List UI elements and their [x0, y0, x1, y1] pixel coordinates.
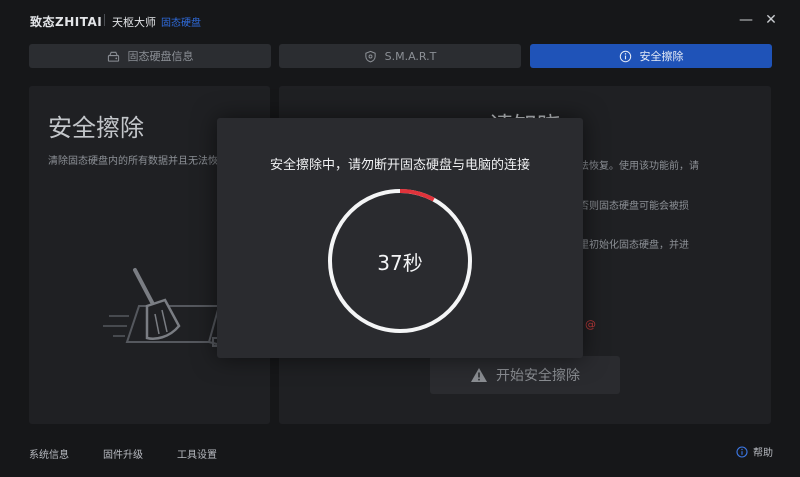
footer-firmware-upgrade[interactable]: 固件升级 [103, 446, 143, 461]
erase-progress-dialog: 安全擦除中，请勿断开固态硬盘与电脑的连接 37秒 [217, 118, 583, 358]
notice-line: 】里初始化固态硬盘，并进 [569, 240, 689, 251]
tab-ssd-info[interactable]: 固态硬盘信息 [29, 44, 271, 68]
help-link[interactable]: 帮助 [736, 444, 773, 459]
panel-title: 安全擦除 [48, 114, 144, 142]
close-icon[interactable]: ✕ [763, 12, 779, 28]
info-icon [619, 50, 631, 62]
tab-label: S.M.A.R.T [384, 49, 437, 63]
erase-warning-message: 安全擦除中，请勿断开固态硬盘与电脑的连接 [269, 158, 530, 173]
brand-logo: 致态ZHITAI [30, 15, 103, 29]
warning-mark: @ [585, 318, 596, 331]
tab-label: 固态硬盘信息 [127, 50, 194, 63]
shield-icon [364, 50, 376, 62]
title-bar: 致态ZHITAI 天枢大师 固态硬盘 — ✕ [0, 0, 800, 40]
tab-smart[interactable]: S.M.A.R.T [279, 44, 521, 68]
start-erase-button[interactable]: 开始安全擦除 [430, 356, 620, 394]
drive-icon [107, 51, 119, 62]
app-subtitle: 固态硬盘 [161, 18, 201, 29]
footer-tool-settings[interactable]: 工具设置 [177, 446, 217, 461]
tab-secure-erase[interactable]: 安全擦除 [530, 44, 772, 68]
notice-line: 法恢复。使用该功能前，请 [579, 161, 699, 172]
footer-system-info[interactable]: 系统信息 [29, 446, 69, 461]
app-name: 天枢大师 [112, 16, 156, 29]
start-erase-label: 开始安全擦除 [496, 368, 580, 384]
notice-line: 否则固态硬盘可能会被损 [579, 201, 689, 212]
minimize-icon[interactable]: — [738, 12, 754, 28]
title-separator [104, 14, 105, 26]
info-icon [736, 445, 748, 458]
warning-icon [471, 368, 487, 382]
help-label: 帮助 [753, 448, 773, 459]
tab-label: 安全擦除 [639, 50, 684, 63]
countdown-timer: 37秒 [377, 250, 423, 275]
